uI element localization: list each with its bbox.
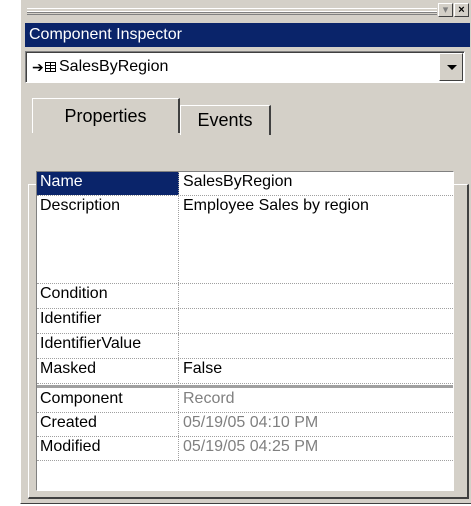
property-value[interactable]: SalesByRegion xyxy=(183,172,292,192)
property-row[interactable]: Masked False xyxy=(37,359,453,384)
info-row: Created 05/19/05 04:10 PM xyxy=(37,413,453,437)
chevron-down-icon xyxy=(447,65,457,70)
property-name: Identifier xyxy=(37,309,179,333)
property-row[interactable]: Identifier xyxy=(37,309,453,334)
property-name: Name xyxy=(37,172,179,195)
property-name: Masked xyxy=(37,359,179,383)
component-selector-value: SalesByRegion xyxy=(59,58,169,75)
property-value[interactable]: False xyxy=(183,359,222,379)
tab-properties[interactable]: Properties xyxy=(32,98,180,133)
component-inspector-panel: ▾ × Component Inspector ➔ SalesByRegion … xyxy=(20,0,471,504)
info-value: 05/19/05 04:25 PM xyxy=(183,438,319,455)
property-name: Condition xyxy=(37,284,179,308)
close-icon: × xyxy=(458,4,465,16)
property-row[interactable]: Description Employee Sales by region xyxy=(37,196,453,284)
info-row: Component Record xyxy=(37,389,453,413)
panel-title: Component Inspector xyxy=(25,23,470,47)
info-name: Created xyxy=(37,413,179,436)
property-name: IdentifierValue xyxy=(37,334,179,358)
info-name: Component xyxy=(37,389,179,412)
property-row[interactable]: IdentifierValue xyxy=(37,334,453,359)
dock-grip[interactable] xyxy=(27,8,437,15)
arrow-right-icon: ➔ xyxy=(32,59,44,75)
property-row[interactable]: Name SalesByRegion xyxy=(37,172,453,196)
tab-events[interactable]: Events xyxy=(180,105,271,135)
close-button[interactable]: × xyxy=(454,3,469,17)
section-divider xyxy=(37,385,453,388)
property-name: Description xyxy=(37,196,179,283)
component-selector[interactable]: ➔ SalesByRegion xyxy=(25,51,465,83)
info-name: Modified xyxy=(37,437,179,460)
property-value[interactable]: Employee Sales by region xyxy=(183,196,369,216)
property-row[interactable]: Condition xyxy=(37,284,453,309)
info-row: Modified 05/19/05 04:25 PM xyxy=(37,437,453,461)
info-value: Record xyxy=(183,390,235,407)
info-value: 05/19/05 04:10 PM xyxy=(183,414,319,431)
dropdown-button[interactable] xyxy=(439,53,463,81)
table-icon xyxy=(45,62,56,72)
chevron-down-icon: ▾ xyxy=(442,4,449,16)
panel-menu-button[interactable]: ▾ xyxy=(438,3,453,17)
property-grid: Name SalesByRegion Description Employee … xyxy=(36,171,454,491)
